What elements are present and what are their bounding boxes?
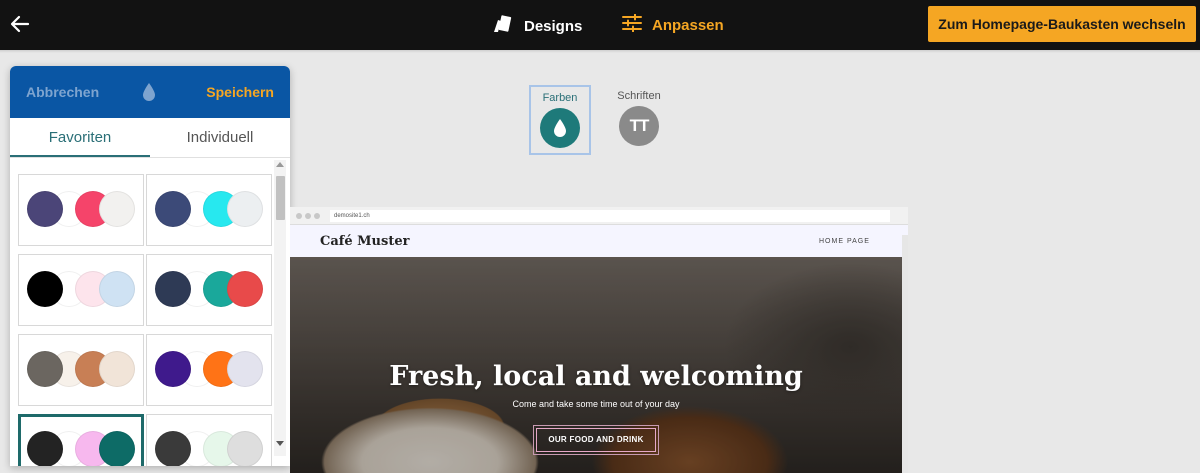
window-dot: [296, 213, 302, 219]
color-panel: Abbrechen Speichern Favoriten Individuel…: [10, 66, 290, 466]
color-swatch: [227, 431, 263, 466]
color-swatch: [27, 351, 63, 387]
color-swatch: [99, 271, 135, 307]
color-swatch: [155, 191, 191, 227]
palette-card[interactable]: [146, 334, 272, 406]
color-swatch: [227, 351, 263, 387]
color-swatch: [99, 191, 135, 227]
menu-item-home[interactable]: HOME PAGE: [819, 238, 870, 245]
switch-to-builder-button[interactable]: Zum Homepage-Baukasten wechseln: [928, 6, 1196, 42]
farben-label: Farben: [542, 92, 578, 104]
color-swatch: [227, 271, 263, 307]
hero-cta-button[interactable]: OUR FOOD AND DRINK: [533, 425, 659, 455]
hero-image: Fresh, local and welcoming Come and take…: [290, 257, 902, 473]
top-bar: Designs Anpassen Zum Homepage-Baukasten …: [0, 0, 1200, 50]
window-dot: [305, 213, 311, 219]
panel-tabs: Favoriten Individuell: [10, 118, 290, 158]
color-swatch: [155, 271, 191, 307]
color-swatch: [99, 351, 135, 387]
font-tt-icon: TT: [619, 106, 659, 146]
browser-bar: demosite1.ch: [290, 207, 908, 225]
designs-label: Designs: [524, 17, 583, 35]
scroll-down-arrow-icon[interactable]: [276, 441, 284, 446]
back-arrow-icon[interactable]: [8, 12, 32, 36]
color-swatch: [155, 351, 191, 387]
color-swatch: [27, 191, 63, 227]
color-swatch: [27, 431, 63, 466]
droplet-icon: [142, 82, 156, 102]
mode-schriften[interactable]: Schriften TT: [608, 85, 670, 155]
palette-card[interactable]: [146, 414, 272, 466]
site-title: Café Muster: [320, 234, 410, 249]
mode-farben[interactable]: Farben: [529, 85, 591, 155]
palette-card[interactable]: [18, 174, 144, 246]
palette-card[interactable]: [18, 334, 144, 406]
schriften-label: Schriften: [617, 90, 661, 102]
site-preview: demosite1.ch Café Muster HOME PAGE Fresh…: [290, 207, 908, 473]
nav-designs[interactable]: Designs: [492, 14, 582, 38]
color-swatch: [27, 271, 63, 307]
color-swatch: [227, 191, 263, 227]
cancel-button[interactable]: Abbrechen: [26, 84, 99, 100]
save-button[interactable]: Speichern: [206, 84, 274, 100]
palette-card[interactable]: [18, 254, 144, 326]
sliders-icon: [622, 13, 642, 36]
color-swatch: [99, 431, 135, 466]
scroll-up-arrow-icon[interactable]: [276, 162, 284, 167]
browser-url: demosite1.ch: [330, 210, 890, 222]
anpassen-label: Anpassen: [652, 16, 724, 34]
tab-individuell[interactable]: Individuell: [150, 118, 290, 157]
farben-droplet-icon: [540, 108, 580, 148]
nav-anpassen[interactable]: Anpassen: [622, 13, 724, 36]
palette-card[interactable]: [146, 254, 272, 326]
topbar-shadow: [0, 50, 1200, 53]
panel-header: Abbrechen Speichern: [10, 66, 290, 118]
hero-subtitle: Come and take some time out of your day: [512, 399, 680, 409]
hero-title: Fresh, local and welcoming: [389, 361, 803, 392]
site-nav: Café Muster HOME PAGE: [290, 225, 908, 257]
window-dot: [314, 213, 320, 219]
tab-favoriten[interactable]: Favoriten: [10, 118, 150, 157]
color-swatch: [155, 431, 191, 466]
scroll-thumb[interactable]: [276, 176, 285, 220]
palette-card[interactable]: [18, 414, 144, 466]
preview-scrollbar[interactable]: [902, 235, 908, 473]
palette-card[interactable]: [146, 174, 272, 246]
designs-cards-icon: [492, 14, 514, 38]
palette-list: [16, 174, 274, 466]
